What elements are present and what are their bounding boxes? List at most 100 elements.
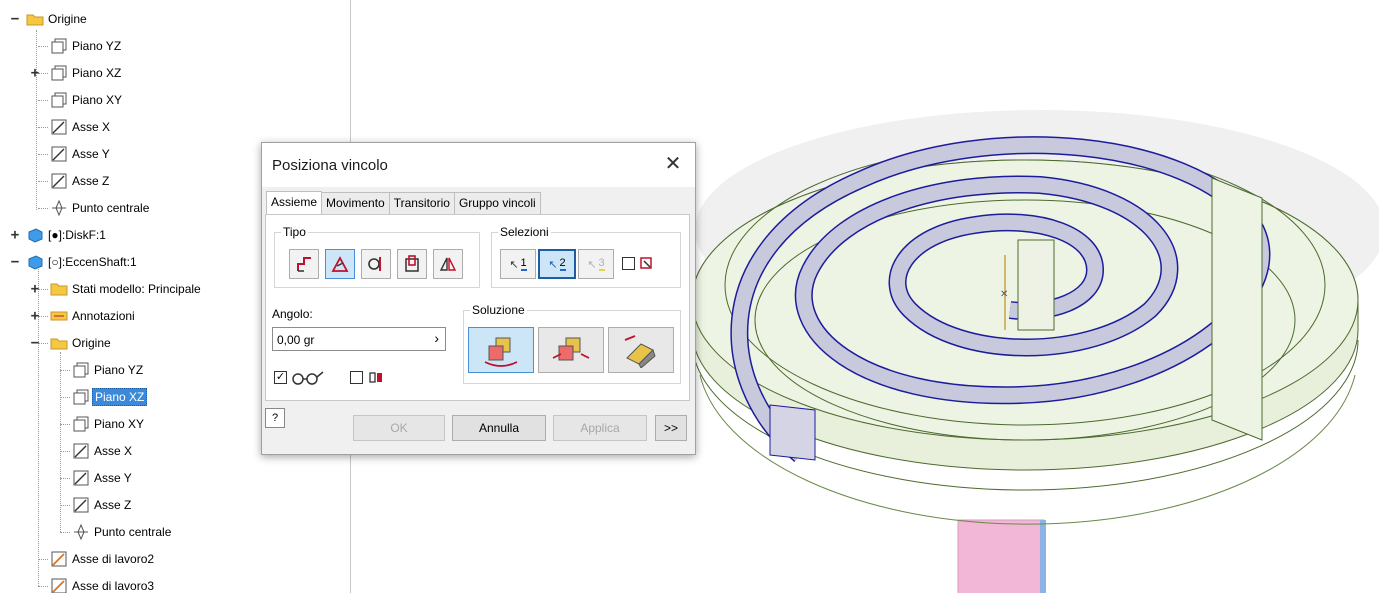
tree-connector xyxy=(38,154,48,155)
tree-item[interactable]: [●]:DiskF:1 xyxy=(26,225,108,245)
tree-item[interactable]: Punto centrale xyxy=(50,198,151,218)
tree-item[interactable]: Asse Y xyxy=(72,468,134,488)
tree-item-label: Piano XY xyxy=(94,417,145,431)
tree-guide xyxy=(60,352,61,532)
selection-1-button[interactable]: ↖ 1 xyxy=(500,249,536,279)
standing-plate xyxy=(1211,177,1263,441)
tree-item[interactable]: Annotazioni xyxy=(50,306,137,326)
tree-item[interactable]: Asse X xyxy=(72,441,134,461)
tangent-icon xyxy=(368,257,381,271)
cancel-button[interactable]: Annulla xyxy=(452,415,546,441)
spiral-end-cap xyxy=(769,404,816,461)
pick-part-first-icon xyxy=(640,257,652,269)
tree-item[interactable]: Origine xyxy=(26,9,89,29)
tree-item-label: Asse X xyxy=(94,444,133,458)
collapse-icon[interactable]: − xyxy=(10,12,20,26)
tree-guide xyxy=(36,30,37,210)
tree-item[interactable]: [○]:EccenShaft:1 xyxy=(26,252,139,272)
undirected-angle-icon xyxy=(552,337,590,361)
tree-item[interactable]: Asse Z xyxy=(50,171,111,191)
predict-offset-checkbox[interactable] xyxy=(350,371,363,384)
tree-item-label: Punto centrale xyxy=(94,525,172,539)
tree-item[interactable]: Piano YZ xyxy=(72,360,145,380)
angle-value: 0,00 gr xyxy=(277,333,315,347)
angle-button[interactable] xyxy=(325,249,355,279)
tree-item-label: Asse di lavoro2 xyxy=(72,552,155,566)
tree-item[interactable]: Piano YZ xyxy=(50,36,123,56)
angle-label: Angolo: xyxy=(272,307,313,321)
tab-movimento[interactable]: Movimento xyxy=(321,192,390,214)
tree-item[interactable]: Piano XZ xyxy=(72,387,148,407)
expand-icon[interactable]: + xyxy=(30,66,40,80)
work-axis-icon xyxy=(72,443,90,459)
explicit-reference-vector-button[interactable] xyxy=(608,327,674,373)
tab-transitorio[interactable]: Transitorio xyxy=(388,192,455,214)
tab-panel: Tipo Selezioni ↖ 1 ↖ 2 ↖ 3 Angolo: 0,00 … xyxy=(265,214,690,401)
selection-3-button[interactable]: ↖ 3 xyxy=(578,249,614,279)
model-states-icon xyxy=(50,281,68,297)
tree-connector xyxy=(38,208,48,209)
symmetry-button[interactable] xyxy=(433,249,463,279)
insert-button[interactable] xyxy=(397,249,427,279)
tree-connector xyxy=(38,46,48,47)
tree-item[interactable]: Piano XY xyxy=(72,414,146,434)
selection-1-label: 1 xyxy=(520,257,527,271)
selection-3-label: 3 xyxy=(598,257,605,271)
selection-2-button[interactable]: ↖ 2 xyxy=(538,249,576,279)
work-plane-icon xyxy=(50,65,68,81)
tree-item-label: [○]:EccenShaft:1 xyxy=(48,255,137,269)
tree-item-label: Piano XZ xyxy=(72,66,122,80)
mate-button[interactable] xyxy=(289,249,319,279)
close-icon[interactable]: ✕ xyxy=(661,153,685,177)
collapse-icon[interactable]: − xyxy=(30,336,40,350)
dialog-title: Posiziona vincolo xyxy=(272,157,388,174)
tree-item-label: Origine xyxy=(72,336,111,350)
type-group: Tipo xyxy=(274,225,480,288)
work-axis-icon xyxy=(50,119,68,135)
selections-group-label: Selezioni xyxy=(498,225,551,239)
expand-icon[interactable]: + xyxy=(10,228,20,242)
selections-group: Selezioni ↖ 1 ↖ 2 ↖ 3 xyxy=(491,225,681,288)
work-axis-icon xyxy=(50,146,68,162)
tree-item[interactable]: Origine xyxy=(50,333,113,353)
tree-connector xyxy=(60,505,70,506)
tree-item[interactable]: Asse Z xyxy=(72,495,133,515)
directed-angle-button[interactable] xyxy=(468,327,534,373)
tab-gruppo-vincoli[interactable]: Gruppo vincoli xyxy=(453,192,541,214)
tree-item-label: Piano XY xyxy=(72,93,123,107)
chevron-right-icon[interactable]: › xyxy=(434,330,439,346)
tree-item[interactable]: Piano XY xyxy=(50,90,124,110)
work-axis-icon xyxy=(50,173,68,189)
tree-item[interactable]: Asse Y xyxy=(50,144,112,164)
tree-item[interactable]: Asse di lavoro3 xyxy=(50,576,156,593)
tree-item[interactable]: Piano XZ xyxy=(50,63,123,83)
tree-connector xyxy=(38,559,48,560)
tree-item[interactable]: Asse X xyxy=(50,117,112,137)
apply-button[interactable]: Applica xyxy=(553,415,647,441)
expand-icon[interactable]: + xyxy=(30,309,40,323)
dialog-titlebar[interactable]: Posiziona vincolo ✕ xyxy=(262,143,695,187)
annotations-icon xyxy=(50,308,68,324)
tab-assieme[interactable]: Assieme xyxy=(266,191,323,215)
symmetry-icon xyxy=(439,257,457,271)
tree-item[interactable]: Punto centrale xyxy=(72,522,173,542)
work-plane-icon xyxy=(72,416,90,432)
collapse-icon[interactable]: − xyxy=(10,255,20,269)
help-icon[interactable]: ? xyxy=(265,408,285,428)
pick-part-first-checkbox[interactable] xyxy=(622,257,635,270)
type-group-label: Tipo xyxy=(281,225,308,239)
folder-icon xyxy=(50,335,68,351)
expand-icon[interactable]: + xyxy=(30,282,40,296)
tree-item-label: Asse di lavoro3 xyxy=(72,579,155,593)
tree-item[interactable]: Asse di lavoro2 xyxy=(50,549,156,569)
tree-item-label: Punto centrale xyxy=(72,201,150,215)
angle-input[interactable]: 0,00 gr › xyxy=(272,327,446,351)
show-preview-checkbox[interactable]: ✓ xyxy=(274,371,287,384)
tree-item[interactable]: Stati modello: Principale xyxy=(50,279,203,299)
tree-connector xyxy=(38,586,48,587)
more-button[interactable]: >> xyxy=(655,415,687,441)
cursor-icon: ↖ xyxy=(509,258,519,271)
undirected-angle-button[interactable] xyxy=(538,327,604,373)
ok-button[interactable]: OK xyxy=(353,415,445,441)
tangent-button[interactable] xyxy=(361,249,391,279)
